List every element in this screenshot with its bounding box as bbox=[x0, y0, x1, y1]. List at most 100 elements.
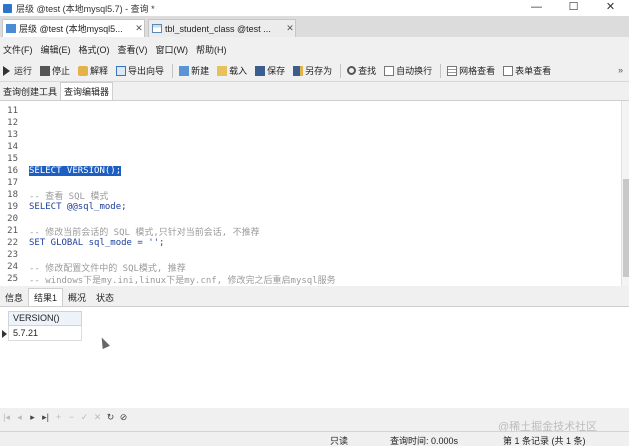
menu-edit[interactable]: 编辑(E) bbox=[38, 43, 74, 56]
code-line[interactable]: 11 bbox=[0, 105, 621, 117]
read-only-status: 只读 bbox=[330, 436, 349, 446]
export-wizard-button[interactable]: 导出向导 bbox=[116, 64, 164, 77]
code-line[interactable]: 23 bbox=[0, 249, 621, 261]
explain-icon bbox=[78, 65, 89, 76]
code-line[interactable]: 18 -- 查看 SQL 模式 bbox=[0, 189, 621, 202]
line-number: 17 bbox=[7, 178, 18, 188]
load-button[interactable]: 载入 bbox=[217, 64, 247, 77]
query-icon bbox=[6, 24, 16, 33]
word-wrap-icon bbox=[384, 65, 395, 76]
document-tab-bar: 层级 @test (本地mysql5... ✕ tbl_student_clas… bbox=[0, 16, 629, 37]
export-wizard-label: 导出向导 bbox=[128, 66, 165, 76]
code-line[interactable]: 21 -- 修改当前会话的 SQL 模式,只针对当前会话, 不推荐 bbox=[0, 225, 621, 238]
menu-window[interactable]: 窗口(W) bbox=[153, 43, 192, 56]
discard-changes-button[interactable]: ✕ bbox=[91, 412, 104, 423]
line-number: 11 bbox=[7, 106, 18, 116]
app-icon bbox=[3, 3, 12, 13]
editor-tabs: 查询创建工具 查询编辑器 bbox=[0, 82, 629, 101]
maximize-button[interactable]: ☐ bbox=[555, 0, 592, 16]
save-as-button[interactable]: 另存为 bbox=[293, 64, 332, 77]
stop-icon bbox=[40, 65, 51, 76]
run-label: 运行 bbox=[14, 66, 33, 76]
close-tab-icon[interactable]: ✕ bbox=[134, 23, 144, 34]
menu-view[interactable]: 查看(V) bbox=[115, 43, 151, 56]
line-number: 25 bbox=[7, 274, 18, 284]
refresh-button[interactable]: ↻ bbox=[104, 412, 117, 423]
code-line[interactable]: 25 -- windows下是my.ini,linux下是my.cnf, 修改完之… bbox=[0, 273, 621, 286]
tab-status[interactable]: 状态 bbox=[91, 289, 119, 306]
grid-view-button[interactable]: 网格查看 bbox=[447, 64, 495, 77]
code-text: SELECT @@sql_mode; bbox=[29, 202, 127, 212]
code-text: -- 查看 SQL 模式 bbox=[29, 191, 109, 202]
tab-profile[interactable]: 概况 bbox=[63, 289, 91, 306]
grid-view-label: 网格查看 bbox=[459, 66, 496, 76]
find-label: 查找 bbox=[358, 66, 377, 76]
add-record-button[interactable]: + bbox=[52, 412, 65, 422]
close-window-button[interactable]: ✕ bbox=[592, 0, 629, 16]
editor-scrollbar[interactable] bbox=[621, 101, 629, 286]
line-number: 19 bbox=[7, 202, 18, 212]
scrollbar-thumb[interactable] bbox=[623, 179, 629, 277]
code-line[interactable]: 13 bbox=[0, 129, 621, 141]
table-icon bbox=[152, 24, 162, 33]
close-tab-icon[interactable]: ✕ bbox=[285, 23, 295, 34]
tab-label: 层级 @test (本地mysql5... bbox=[19, 24, 123, 34]
apply-changes-button[interactable]: ✓ bbox=[78, 412, 91, 423]
line-number: 14 bbox=[7, 142, 18, 152]
tab-query-层级[interactable]: 层级 @test (本地mysql5... ✕ bbox=[2, 19, 145, 37]
menu-help[interactable]: 帮助(H) bbox=[193, 43, 230, 56]
toolbar-divider bbox=[172, 63, 174, 78]
form-view-button[interactable]: 表单查看 bbox=[503, 64, 551, 77]
result-grid: VERSION() 5.7.21 bbox=[0, 307, 629, 408]
save-label: 保存 bbox=[267, 66, 286, 76]
export-icon bbox=[116, 65, 127, 76]
word-wrap-button[interactable]: 自动换行 bbox=[384, 64, 432, 77]
tab-label: tbl_student_class @test ... bbox=[165, 23, 271, 34]
tab-result-1[interactable]: 结果1 bbox=[28, 288, 64, 306]
first-record-button[interactable]: |◂ bbox=[0, 412, 13, 423]
load-label: 载入 bbox=[229, 66, 248, 76]
stop-refresh-button[interactable]: ⊘ bbox=[117, 412, 130, 423]
stop-button[interactable]: 停止 bbox=[40, 64, 70, 77]
code-line[interactable]: 24 -- 修改配置文件中的 SQL模式, 推荐 bbox=[0, 261, 621, 274]
last-record-button[interactable]: ▸| bbox=[39, 412, 52, 423]
code-line[interactable]: 14 bbox=[0, 141, 621, 153]
line-number: 13 bbox=[7, 130, 18, 140]
find-button[interactable]: 查找 bbox=[347, 64, 376, 77]
table-cell-version[interactable]: 5.7.21 bbox=[8, 326, 82, 341]
result-tabs: 信息 结果1 概况 状态 bbox=[0, 288, 629, 307]
previous-record-button[interactable]: ◂ bbox=[13, 412, 26, 423]
menu-format[interactable]: 格式(O) bbox=[76, 43, 113, 56]
code-line[interactable]: 12 bbox=[0, 117, 621, 129]
code-line[interactable]: 19 SELECT @@sql_mode; bbox=[0, 201, 621, 213]
code-line[interactable]: 22 SET GLOBAL sql_mode = ''; bbox=[0, 237, 621, 249]
tab-table-tbl-student-class[interactable]: tbl_student_class @test ... ✕ bbox=[148, 19, 296, 37]
code-line[interactable]: 16 SELECT VERSION(); bbox=[0, 165, 621, 177]
minimize-button[interactable]: — bbox=[518, 0, 555, 16]
menu-file[interactable]: 文件(F) bbox=[0, 43, 36, 56]
save-as-icon bbox=[293, 65, 304, 76]
toolbar-divider bbox=[340, 63, 342, 78]
code-line[interactable]: 20 bbox=[0, 213, 621, 225]
new-query-icon bbox=[179, 65, 190, 76]
sql-editor[interactable]: 11 12 13 14 15 16 SELECT VERSION(); 17 18 -- 查看 S… bbox=[0, 101, 621, 286]
code-text: -- windows下是my.ini,linux下是my.cnf, 修改完之后重… bbox=[29, 275, 336, 286]
tab-info[interactable]: 信息 bbox=[0, 289, 28, 306]
tab-query-editor[interactable]: 查询编辑器 bbox=[60, 82, 114, 100]
save-button[interactable]: 保存 bbox=[255, 64, 285, 77]
code-line[interactable]: 15 bbox=[0, 153, 621, 165]
window-controls: — ☐ ✕ bbox=[518, 0, 629, 16]
delete-record-button[interactable]: − bbox=[65, 412, 78, 422]
column-header-version[interactable]: VERSION() bbox=[8, 311, 82, 326]
explain-button[interactable]: 解释 bbox=[78, 64, 108, 77]
query-time-status: 查询时间: 0.000s bbox=[390, 436, 459, 446]
stop-label: 停止 bbox=[52, 66, 71, 76]
grid-icon bbox=[447, 65, 458, 76]
toolbar-overflow-icon[interactable]: » bbox=[618, 65, 623, 75]
tab-query-builder[interactable]: 查询创建工具 bbox=[0, 83, 60, 100]
code-line[interactable]: 17 bbox=[0, 177, 621, 189]
next-record-button[interactable]: ▸ bbox=[26, 412, 39, 423]
line-number: 22 bbox=[7, 238, 18, 248]
run-button[interactable]: 运行 bbox=[3, 64, 32, 77]
new-button[interactable]: 新建 bbox=[179, 64, 209, 77]
